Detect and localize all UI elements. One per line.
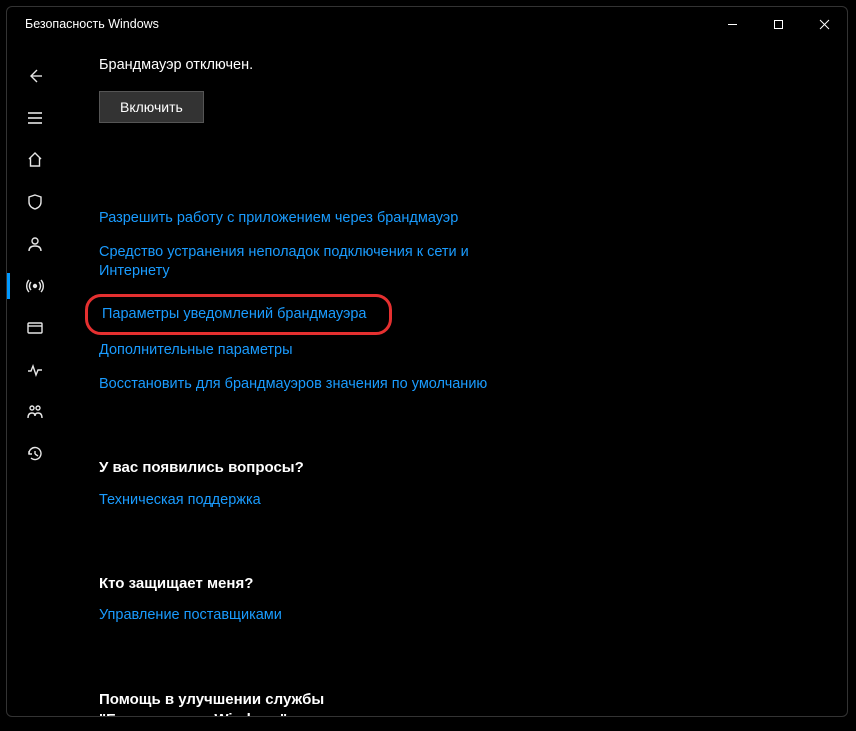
link-tech-support[interactable]: Техническая поддержка	[99, 491, 499, 511]
nav-virus-protection[interactable]	[7, 181, 63, 223]
nav-firewall[interactable]	[7, 265, 63, 307]
sidebar	[7, 41, 63, 716]
link-advanced-settings[interactable]: Дополнительные параметры	[99, 341, 499, 361]
firewall-status-text: Брандмауэр отключен.	[99, 57, 817, 73]
link-troubleshoot[interactable]: Средство устранения неполадок подключени…	[99, 243, 499, 282]
content-area: Брандмауэр отключен. Включить Разрешить …	[63, 41, 847, 716]
section-questions-heading: У вас появились вопросы?	[99, 458, 817, 478]
nav-protection-history[interactable]	[7, 433, 63, 475]
app-window: Безопасность Windows	[6, 6, 848, 717]
section-who-protects-heading: Кто защищает меня?	[99, 574, 817, 594]
nav-app-browser-control[interactable]	[7, 307, 63, 349]
enable-button[interactable]: Включить	[99, 91, 204, 123]
link-allow-app[interactable]: Разрешить работу с приложением через бра…	[99, 209, 499, 229]
link-manage-providers[interactable]: Управление поставщиками	[99, 606, 499, 626]
link-notification-settings[interactable]: Параметры уведомлений брандмауэра	[85, 294, 392, 336]
nav-device-performance[interactable]	[7, 349, 63, 391]
minimize-button[interactable]	[709, 7, 755, 41]
link-restore-defaults[interactable]: Восстановить для брандмауэров значения п…	[99, 375, 499, 395]
nav-family-options[interactable]	[7, 391, 63, 433]
nav-home[interactable]	[7, 139, 63, 181]
back-button[interactable]	[7, 55, 63, 97]
close-button[interactable]	[801, 7, 847, 41]
title-bar: Безопасность Windows	[7, 7, 847, 41]
section-help-improve-heading: Помощь в улучшении службы "Безопасность …	[99, 690, 359, 716]
menu-button[interactable]	[7, 97, 63, 139]
window-title: Безопасность Windows	[25, 17, 159, 31]
maximize-button[interactable]	[755, 7, 801, 41]
nav-account-protection[interactable]	[7, 223, 63, 265]
